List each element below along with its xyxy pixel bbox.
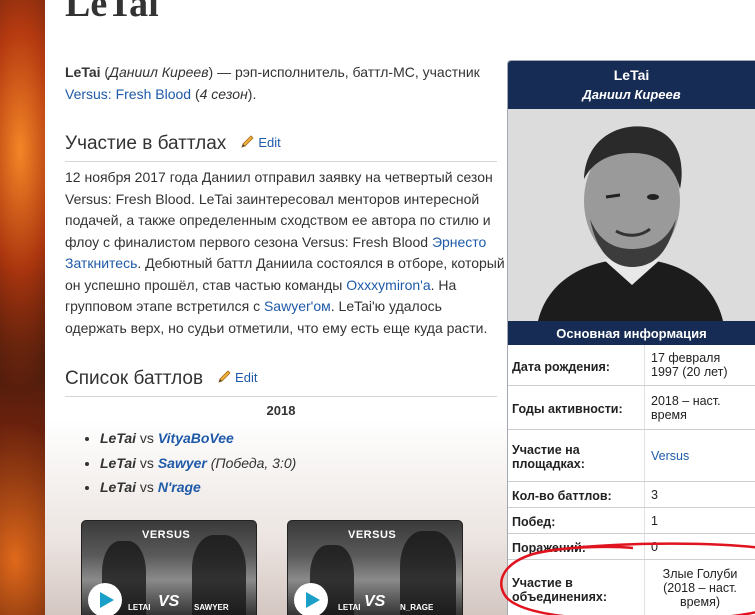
infobox-row: Побед: 1 [508,507,755,533]
article-lead: LeTai (Даниил Киреев) — рэп-исполнитель,… [65,64,480,102]
vs-mark: VS [364,593,386,610]
row-value: 17 февраля 1997 (20 лет) [651,351,728,379]
left-battler-label: LETAI [338,603,361,612]
edit-link[interactable]: Edit [240,134,281,150]
video-thumbnail[interactable]: VERSUS LETAI VS SAWYER [81,520,257,615]
right-battler-label: SAWYER [194,603,229,612]
paragraph-text: 12 ноября 2017 года Даниил отправил заяв… [65,169,493,250]
section-heading-battle-list: Список баттлов Edit [65,368,257,390]
play-icon [99,592,114,608]
edit-link[interactable]: Edit [217,370,257,385]
versus-logo: VERSUS [142,529,191,541]
opponent-link[interactable]: Sawyer [158,455,207,471]
vs-text: vs [136,430,158,446]
infobox-row: Участие на площадках: Versus [508,429,755,481]
infobox: LeTai Даниил Киреев Основная информация … [507,60,755,615]
list-item: LeTai vs N'rage [100,476,296,501]
list-item: LeTai vs VityaBoVee [100,427,296,452]
play-icon [305,592,320,608]
infobox-row: Кол-во баттлов: 3 [508,481,755,507]
versus-fresh-blood-link[interactable]: Versus: Fresh Blood [65,86,191,102]
battle-result: (Победа, 3:0) [206,454,297,471]
row-value: Злые Голуби (2018 – наст. время) [662,567,738,609]
vs-text: vs [136,479,158,495]
infobox-header: LeTai Даниил Киреев [508,61,755,109]
battles-paragraph: 12 ноября 2017 года Даниил отправил заяв… [65,167,505,339]
row-key: Участие в объединениях: [508,560,645,615]
versus-logo: VERSUS [348,529,397,541]
year-label: 2018 [266,403,296,418]
row-key: Поражений: [508,534,645,559]
row-key: Побед: [508,508,645,533]
infobox-real-name: Даниил Киреев [582,87,681,102]
opponent-link[interactable]: N'rage [158,479,201,495]
row-key: Дата рождения: [508,345,645,385]
vs-text: vs [136,454,158,471]
row-key: Участие на площадках: [508,430,645,481]
battler-name: LeTai [100,430,137,446]
play-button[interactable] [294,583,328,615]
lead-real-name: Даниил Киреев [109,64,209,80]
section-title: Список баттлов [65,368,204,389]
infobox-row: Участие в объединениях: Злые Голуби (201… [508,559,755,615]
portrait-image [508,109,755,321]
row-value: 0 [651,539,658,554]
lead-description: — рэп-исполнитель, баттл-MC, участник [213,64,480,80]
section-heading-battles: Участие в баттлах Edit [65,133,281,155]
oxxxymiron-link[interactable]: Oxxxymiron'а [346,277,430,293]
infobox-row: Дата рождения: 17 февраля 1997 (20 лет) [508,345,755,385]
row-value: 2018 – наст. время [651,393,721,422]
article-content: LeTai LeTai (Даниил Киреев) — рэп-исполн… [45,0,755,615]
infobox-name: LeTai [613,67,650,83]
battler-name: LeTai [100,479,137,495]
edit-label: Edit [235,369,258,385]
heading-divider [65,396,497,397]
sawyer-link[interactable]: Sawyer'ом [264,298,331,314]
lead-season: 4 сезон [199,85,248,102]
row-value: 1 [651,513,658,528]
lead-name: LeTai [65,64,101,80]
battler-name: LeTai [100,454,137,471]
portrait-photo [508,109,755,321]
row-key: Годы активности: [508,386,645,429]
list-item: LeTai vs Sawyer (Победа, 3:0) [100,452,296,477]
pencil-icon [218,370,231,383]
battle-list: LeTai vs VityaBoVee LeTai vs Sawyer (Поб… [85,427,296,501]
heading-divider [65,161,497,162]
infobox-row: Поражений: 0 [508,533,755,559]
edit-label: Edit [258,134,281,150]
left-battler-label: LETAI [128,603,151,612]
section-title: Участие в баттлах [65,133,227,154]
page-title: LeTai [65,0,159,25]
right-battler-label: N_RAGE [400,603,434,612]
pencil-icon [241,135,254,148]
opponent-link[interactable]: VityaBoVee [158,430,234,446]
row-value: 3 [651,487,658,502]
play-button[interactable] [88,583,122,615]
row-key: Кол-во баттлов: [508,482,645,507]
infobox-row: Годы активности: 2018 – наст. время [508,385,755,429]
video-thumbnail[interactable]: VERSUS LETAI VS N_RAGE [287,520,463,615]
vs-mark: VS [158,593,180,610]
infobox-section-title: Основная информация [508,321,755,345]
versus-link[interactable]: Versus [645,430,755,481]
